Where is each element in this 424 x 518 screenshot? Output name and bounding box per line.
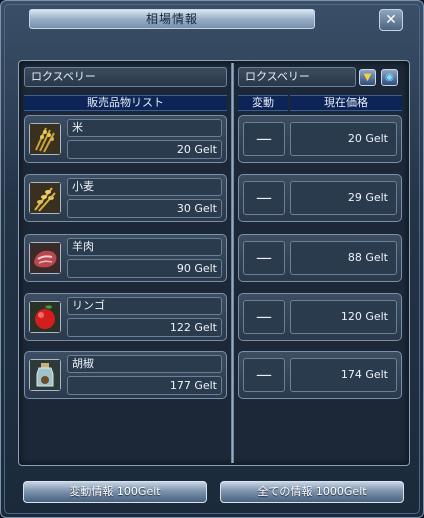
sale-list-header: 販売品物リスト <box>24 95 227 111</box>
window-title[interactable]: 相場情報 <box>29 9 315 29</box>
item-price: 122 Gelt <box>67 318 222 337</box>
view-icon[interactable]: ◉ <box>381 69 398 86</box>
price-row[interactable]: — 29 Gelt <box>238 174 402 222</box>
current-price: 88 Gelt <box>290 241 397 275</box>
panel-divider <box>231 63 234 463</box>
all-info-button[interactable]: 全ての情報 1000Gelt <box>220 481 404 503</box>
change-column-header: 変動 <box>238 95 288 111</box>
price-row[interactable]: — 120 Gelt <box>238 293 402 341</box>
market-info-window: 相場情報 ✕ ロクスベリー 販売品物リスト ロクスベリー ▼ ◉ 変動 現在価格… <box>0 0 424 518</box>
item-name: 羊肉 <box>67 238 222 256</box>
dropdown-arrow-icon[interactable]: ▼ <box>359 69 376 86</box>
left-location-field: ロクスベリー <box>24 67 227 87</box>
list-item[interactable]: リンゴ 122 Gelt <box>24 293 227 341</box>
list-item[interactable]: 胡椒 177 Gelt <box>24 351 227 399</box>
meat-icon <box>29 242 61 274</box>
price-change: — <box>243 122 285 156</box>
apple-icon <box>29 301 61 333</box>
current-price-column-header: 現在価格 <box>290 95 402 111</box>
price-change: — <box>243 300 285 334</box>
close-button[interactable]: ✕ <box>379 9 403 31</box>
item-name: 小麦 <box>67 178 222 196</box>
item-price: 20 Gelt <box>67 140 222 159</box>
list-item[interactable]: 小麦 30 Gelt <box>24 174 227 222</box>
item-name: 米 <box>67 119 222 137</box>
price-change: — <box>243 181 285 215</box>
list-item[interactable]: 米 20 Gelt <box>24 115 227 163</box>
rice-icon <box>29 123 61 155</box>
wheat-icon <box>29 182 61 214</box>
current-price: 120 Gelt <box>290 300 397 334</box>
item-name: 胡椒 <box>67 355 222 373</box>
price-row[interactable]: — 88 Gelt <box>238 234 402 282</box>
item-price: 30 Gelt <box>67 199 222 218</box>
current-price: 20 Gelt <box>290 122 397 156</box>
change-info-button[interactable]: 変動情報 100Gelt <box>23 481 207 503</box>
price-row[interactable]: — 20 Gelt <box>238 115 402 163</box>
current-price: 174 Gelt <box>290 358 397 392</box>
price-change: — <box>243 241 285 275</box>
current-price: 29 Gelt <box>290 181 397 215</box>
item-price: 177 Gelt <box>67 376 222 395</box>
item-name: リンゴ <box>67 297 222 315</box>
price-row[interactable]: — 174 Gelt <box>238 351 402 399</box>
item-price: 90 Gelt <box>67 259 222 278</box>
pepper-icon <box>29 359 61 391</box>
price-change: — <box>243 358 285 392</box>
list-item[interactable]: 羊肉 90 Gelt <box>24 234 227 282</box>
right-location-select[interactable]: ロクスベリー <box>238 67 356 87</box>
